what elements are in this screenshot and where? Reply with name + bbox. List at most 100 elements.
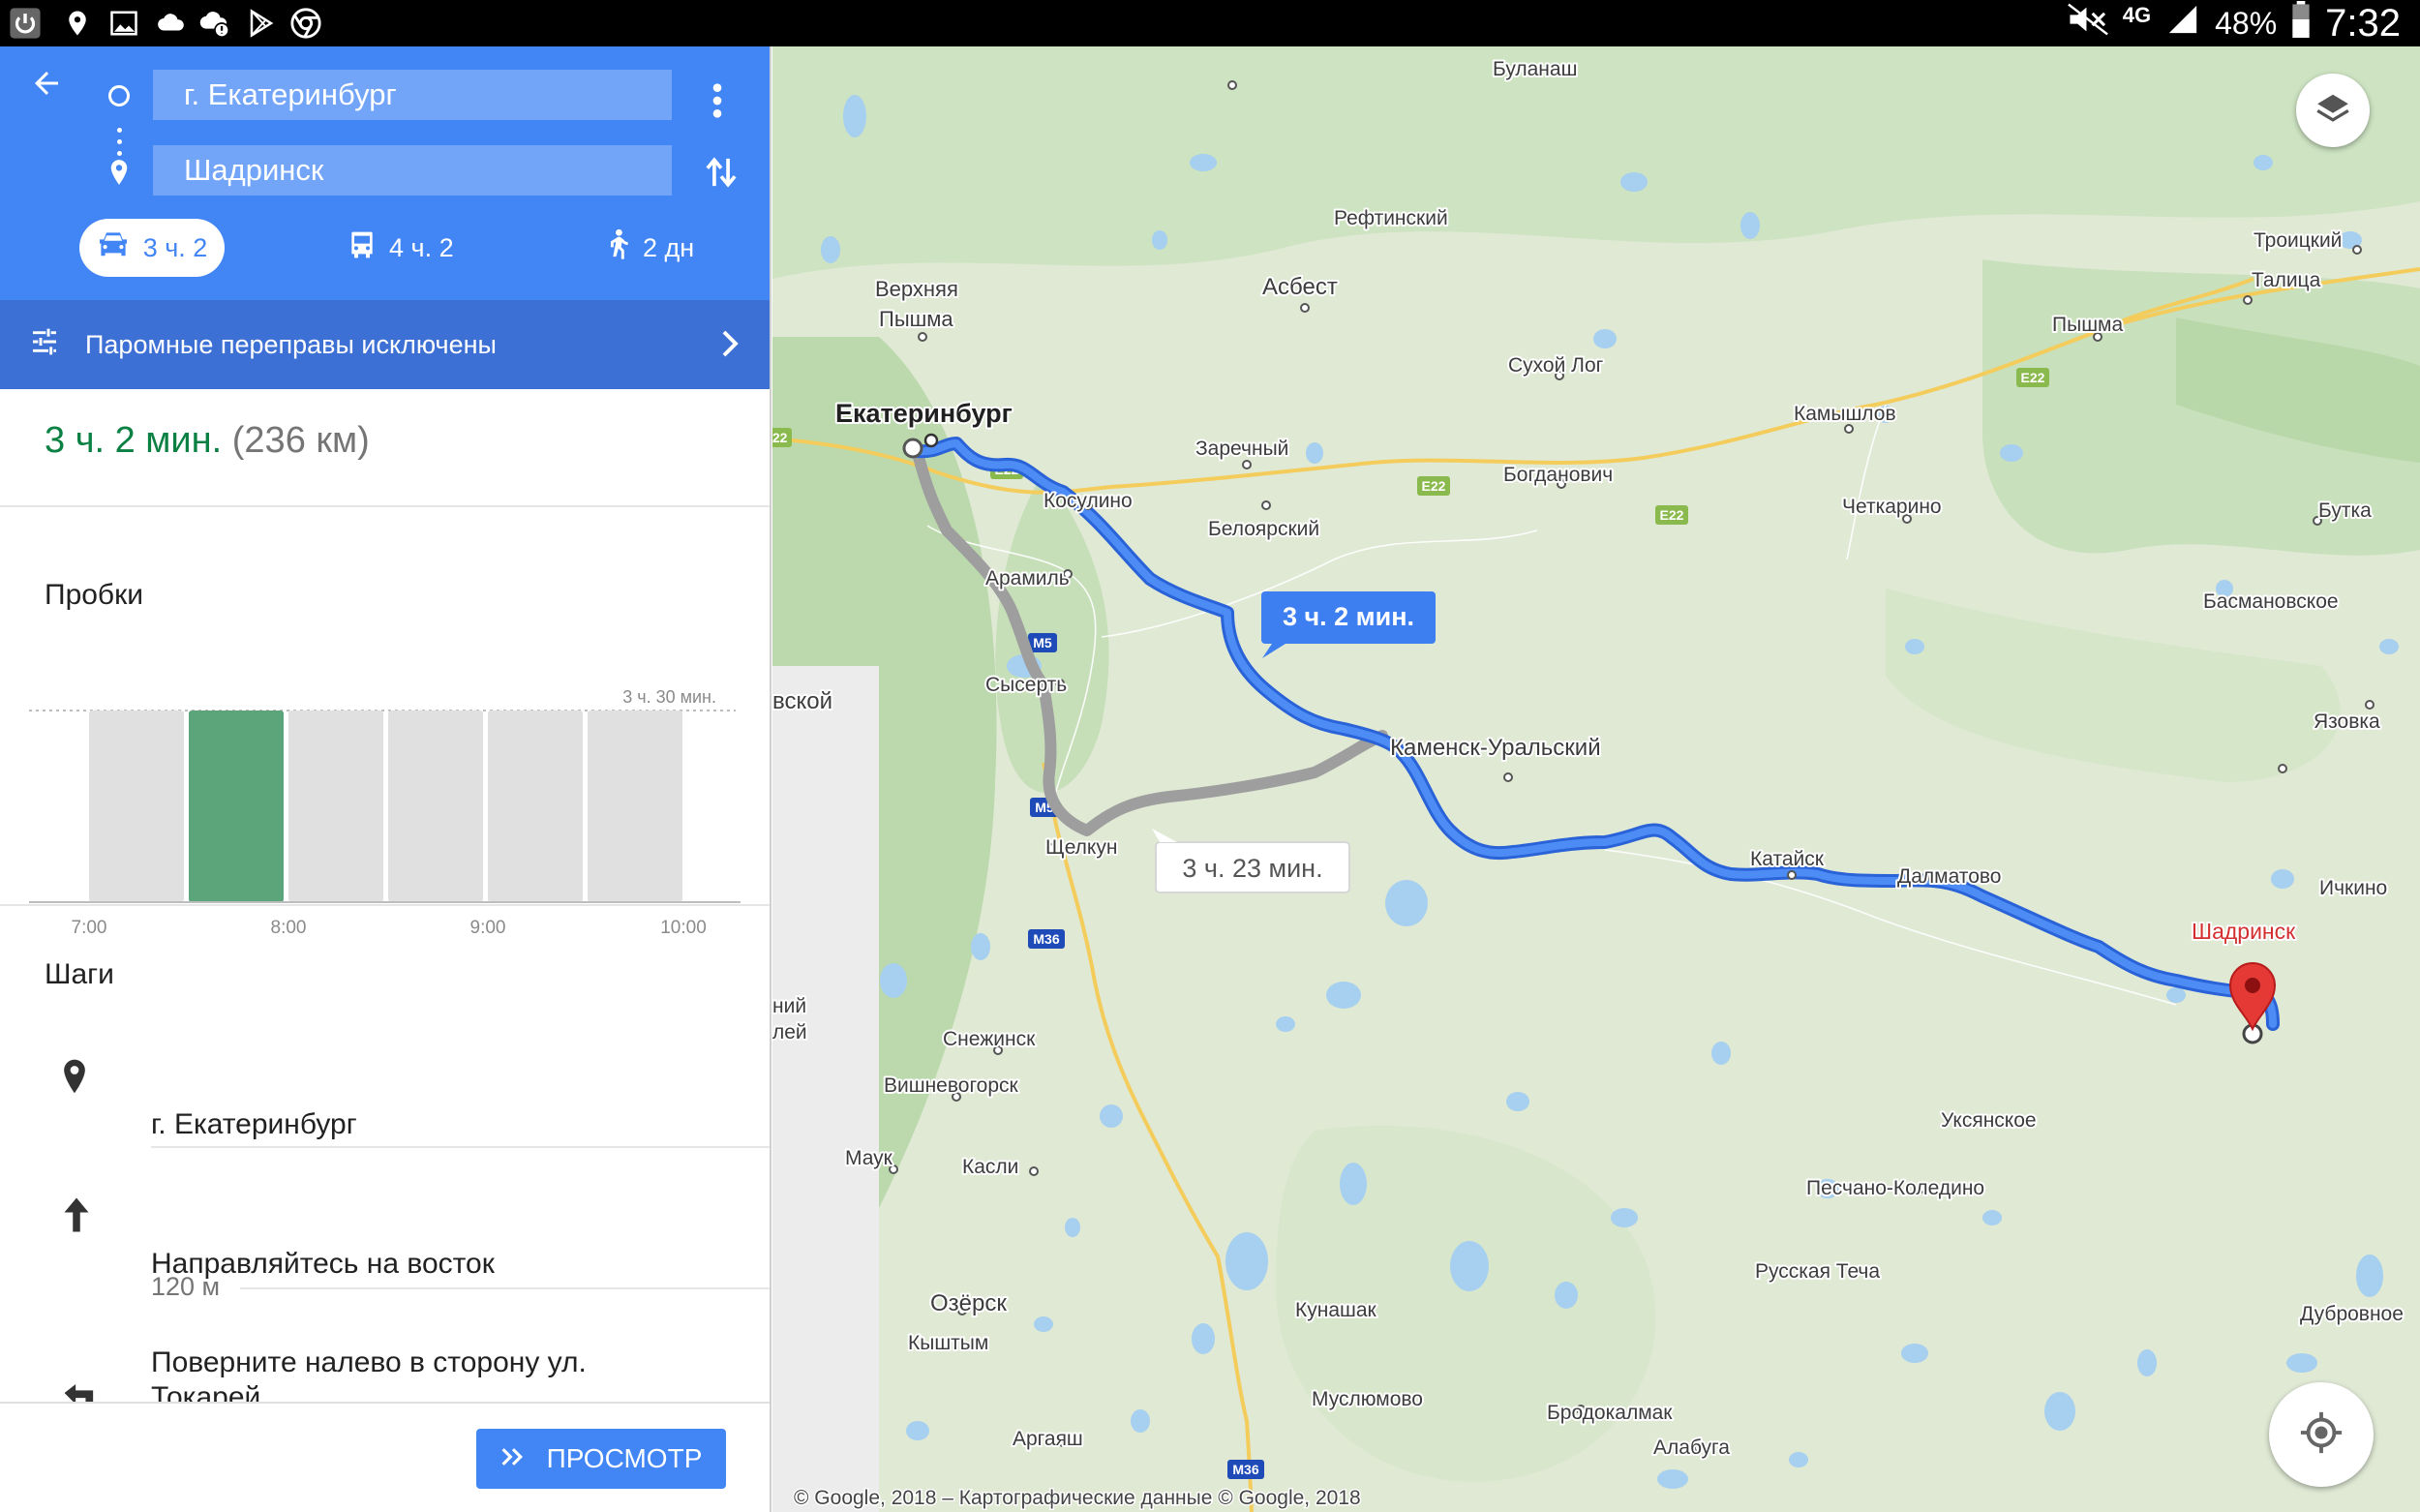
- mode-transit[interactable]: 4 ч. 2: [348, 219, 454, 277]
- city-label: Арамиль: [985, 567, 1070, 590]
- pin-icon: [62, 1057, 105, 1100]
- traffic-title: Пробки: [45, 579, 143, 611]
- power-icon: [8, 6, 43, 41]
- walk-icon: [604, 228, 629, 268]
- mode-walking-label: 2 дн: [643, 232, 695, 262]
- city-label: Катайск: [1750, 848, 1825, 870]
- signal-icon: [2164, 3, 2201, 45]
- road-shield: E22: [2021, 370, 2045, 385]
- road-shield: M36: [1033, 931, 1059, 947]
- route-options-bar[interactable]: Паромные переправы исключены: [0, 300, 770, 389]
- more-options-icon[interactable]: [711, 81, 724, 120]
- city-label: ний: [772, 995, 806, 1017]
- traffic-bar[interactable]: [588, 711, 682, 902]
- route-dot: [117, 128, 122, 133]
- city-label: Белоярский: [1208, 518, 1319, 540]
- image-icon: [106, 6, 141, 41]
- city-label: Каменск-Уральский: [1390, 735, 1601, 761]
- arrow-up-icon: [62, 1196, 105, 1239]
- city-label: Сухой Лог: [1508, 354, 1604, 377]
- city-label: Щелкун: [1045, 836, 1117, 859]
- car-icon: [97, 231, 130, 265]
- battery-text: 48%: [2215, 5, 2278, 41]
- mode-walking[interactable]: 2 дн: [604, 219, 694, 277]
- play-store-icon: [244, 6, 279, 41]
- city-label: Камышлов: [1794, 403, 1896, 425]
- origin-input[interactable]: г. Екатеринбург: [153, 70, 672, 120]
- city-label: Бутка: [2318, 499, 2372, 522]
- city-label: Буланаш: [1493, 58, 1577, 80]
- route-time: 3 ч. 2 мин.: [45, 420, 223, 461]
- city-label: Басмановское: [2203, 590, 2339, 613]
- location-icon: [60, 6, 95, 41]
- directions-panel: г. Екатеринбург Шадринск 3 ч. 2 4 ч. 2 2…: [0, 46, 771, 1512]
- city-label: Озёрск: [930, 1290, 1007, 1316]
- divider: [240, 1287, 770, 1289]
- mode-driving-label: 3 ч. 2: [142, 232, 208, 262]
- city-label: Алабуга: [1653, 1436, 1730, 1459]
- destination-label: Шадринск: [2192, 919, 2296, 944]
- city-label: Асбест: [1262, 274, 1338, 300]
- bus-icon: [348, 229, 376, 267]
- map-copyright: © Google, 2018 – Картографические данные…: [794, 1487, 1361, 1509]
- chrome-icon: [288, 6, 323, 41]
- city-label: Екатеринбург: [835, 399, 1013, 428]
- divider: [0, 505, 770, 507]
- back-arrow-icon[interactable]: [29, 66, 72, 108]
- city-label: Муслюмово: [1312, 1388, 1423, 1410]
- layers-icon: [2314, 90, 2351, 132]
- swap-icon[interactable]: [705, 153, 738, 192]
- traffic-bar[interactable]: [488, 711, 583, 902]
- city-label: Язовка: [2314, 711, 2380, 733]
- traffic-x-label: 7:00: [72, 918, 107, 935]
- mode-transit-label: 4 ч. 2: [389, 232, 454, 262]
- route-summary: 3 ч. 2 мин. (236 км): [45, 420, 370, 462]
- traffic-bar[interactable]: [388, 711, 483, 902]
- bottom-action-bar: ПРОСМОТР: [0, 1402, 770, 1512]
- mode-driving[interactable]: 3 ч. 2: [79, 219, 225, 277]
- city-label: Верхняя: [875, 277, 958, 301]
- city-label: Снежинск: [943, 1028, 1036, 1050]
- cloud-icon: [153, 6, 188, 41]
- origin-circle-icon: [108, 85, 130, 106]
- road-shield: E22: [772, 430, 788, 445]
- battery-icon: [2290, 0, 2312, 46]
- map-canvas[interactable]: E22 E22 E22 E22 E22 M5 M5 M36 M36: [772, 46, 2420, 1512]
- crosshair-icon: [2299, 1410, 2344, 1460]
- layers-button[interactable]: [2296, 74, 2370, 147]
- divider: [0, 904, 770, 906]
- route-dot: [117, 139, 122, 144]
- traffic-bar[interactable]: [89, 711, 184, 902]
- traffic-bar[interactable]: [288, 711, 383, 902]
- step-text[interactable]: Направляйтесь на восток: [151, 1247, 693, 1282]
- city-label: Пышма: [2052, 314, 2123, 336]
- status-bar: 4G 48% 7:32: [0, 0, 2420, 46]
- mute-icon: [2067, 3, 2109, 45]
- city-label: Богданович: [1503, 464, 1613, 486]
- steps-title: Шаги: [45, 958, 114, 990]
- tune-icon: [29, 326, 60, 364]
- city-label: Талица: [2252, 269, 2321, 291]
- traffic-x-label: 8:00: [271, 918, 307, 935]
- traffic-x-label: 10:00: [660, 918, 707, 935]
- preview-button-label: ПРОСМОТР: [546, 1443, 703, 1473]
- road-shield: E22: [1422, 478, 1446, 494]
- traffic-x-label: 9:00: [470, 918, 506, 935]
- city-label: Вишневогорск: [884, 1074, 1019, 1097]
- city-label: Кунашак: [1295, 1299, 1377, 1321]
- destination-input[interactable]: Шадринск: [153, 145, 672, 196]
- preview-button[interactable]: ПРОСМОТР: [476, 1429, 726, 1489]
- traffic-bar-current[interactable]: [189, 711, 284, 902]
- road-shield: E22: [1660, 507, 1684, 523]
- ferry-notice: Паромные переправы исключены: [85, 329, 497, 359]
- clock: 7:32: [2325, 1, 2401, 45]
- map-view[interactable]: E22 E22 E22 E22 E22 M5 M5 M36 M36: [772, 46, 2420, 1512]
- route-time-label: 3 ч. 2 мин.: [1283, 602, 1414, 631]
- city-label: Заречный: [1195, 438, 1288, 460]
- traffic-chart: 3 ч. 30 мин. 7:00 8:00 9:00 10:00: [29, 687, 741, 935]
- city-label: Уксянское: [1941, 1109, 2037, 1132]
- cloud-alert-icon: [197, 6, 232, 41]
- step-text[interactable]: г. Екатеринбург: [151, 1107, 693, 1142]
- road-shield: M5: [1033, 635, 1052, 650]
- my-location-button[interactable]: [2269, 1382, 2374, 1487]
